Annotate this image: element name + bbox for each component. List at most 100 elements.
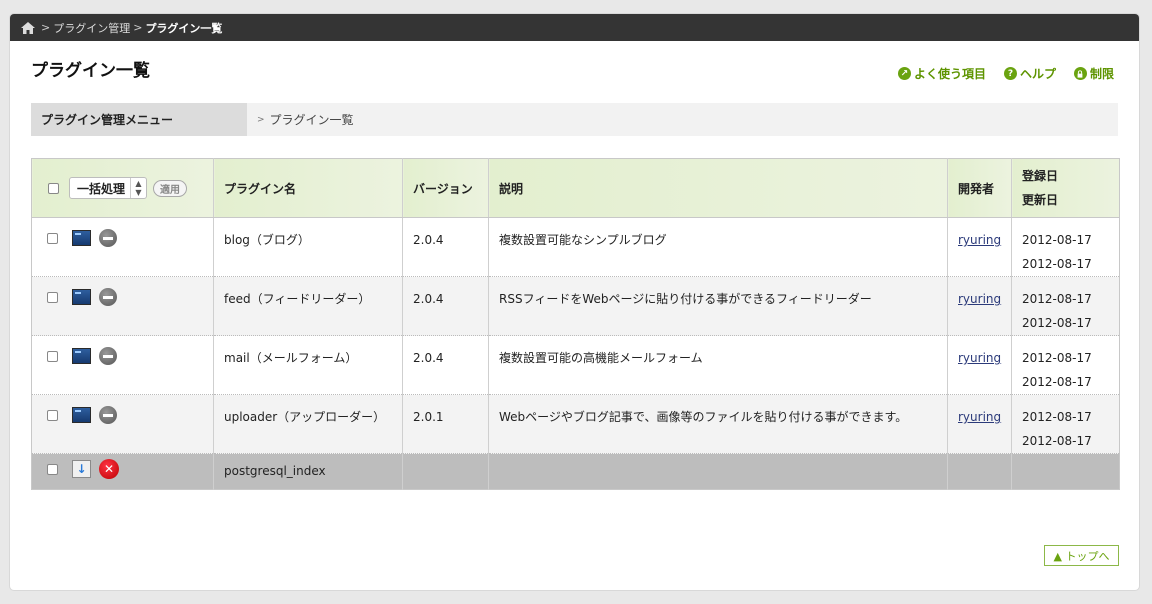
bulk-action-select[interactable]: 一括処理 ▲ ▼ [69, 177, 147, 199]
help-label: ヘルプ [1019, 67, 1056, 81]
plugin-description [488, 453, 948, 490]
breadcrumb: > プラグイン管理 > プラグイン一覧 [10, 14, 1139, 41]
select-arrows-icon: ▲ ▼ [130, 178, 146, 198]
disable-icon[interactable] [99, 288, 117, 306]
plugin-name: postgresql_index [213, 453, 403, 490]
plugin-version: 2.0.1 [402, 394, 489, 454]
page-title: プラグイン一覧 [31, 61, 150, 81]
header-dates: 登録日 更新日 [1011, 158, 1120, 218]
breadcrumb-plugin-admin[interactable]: プラグイン管理 [53, 20, 130, 36]
breadcrumb-current: プラグイン一覧 [145, 21, 223, 35]
menu-item-plugin-list[interactable]: > プラグイン一覧 [247, 103, 354, 136]
header-developer: 開発者 [947, 158, 1012, 218]
plugin-version: 2.0.4 [402, 217, 489, 277]
arrow-out-icon: ↗ [897, 67, 911, 80]
updated-date: 2012-08-17 [1022, 434, 1092, 448]
plugin-dates [1011, 453, 1120, 490]
updated-date: 2012-08-17 [1022, 257, 1092, 271]
updated-date: 2012-08-17 [1022, 375, 1092, 389]
plugin-version: 2.0.4 [402, 335, 489, 395]
install-icon[interactable]: ↓ [72, 460, 91, 478]
plugin-dates: 2012-08-17 2012-08-17 [1011, 394, 1120, 454]
table-row-uninstalled: ↓ ✕ postgresql_index [31, 453, 1120, 490]
plugin-table: 一括処理 ▲▼ 適用 プラグイン名 バージョン 説明 開発者 登録日 更新日 [31, 158, 1120, 490]
favorites-link[interactable]: ↗ よく使う項目 [897, 65, 986, 82]
row-checkbox[interactable] [47, 232, 58, 244]
header-updated: 更新日 [1022, 193, 1059, 207]
bulk-action-value: 一括処理 [77, 181, 126, 196]
home-icon[interactable] [21, 21, 35, 34]
lock-icon [1073, 67, 1087, 80]
chevron-right-icon: > [257, 114, 265, 125]
row-actions: ↓ ✕ [31, 453, 214, 490]
developer-link[interactable]: ryuring [958, 351, 1001, 365]
plugin-description: 複数設置可能なシンプルブログ [488, 217, 948, 277]
plugin-description: 複数設置可能の高機能メールフォーム [488, 335, 948, 395]
manage-screen-icon[interactable] [72, 407, 91, 423]
header-created: 登録日 [1022, 169, 1059, 183]
plugin-dates: 2012-08-17 2012-08-17 [1011, 335, 1120, 395]
delete-icon[interactable]: ✕ [99, 459, 119, 479]
plugin-developer: ryuring [947, 276, 1012, 336]
row-checkbox[interactable] [47, 350, 58, 362]
restrict-label: 制限 [1089, 67, 1114, 81]
manage-screen-icon[interactable] [72, 348, 91, 364]
breadcrumb-separator: > [41, 21, 51, 34]
header-description: 説明 [488, 158, 948, 218]
table-row: uploader（アップローダー） 2.0.1 Webページやブログ記事で、画像… [31, 394, 1120, 454]
plugin-description: Webページやブログ記事で、画像等のファイルを貼り付ける事ができます。 [488, 394, 948, 454]
row-checkbox[interactable] [47, 291, 58, 303]
plugin-dates: 2012-08-17 2012-08-17 [1011, 276, 1120, 336]
plugin-dates: 2012-08-17 2012-08-17 [1011, 217, 1120, 277]
select-all-checkbox[interactable] [48, 182, 59, 194]
apply-button[interactable]: 適用 [153, 179, 187, 197]
disable-icon[interactable] [99, 229, 117, 247]
plugin-developer: ryuring [947, 217, 1012, 277]
top-links: ↗ よく使う項目 ? ヘルプ 制限 [897, 65, 1114, 82]
plugin-version [402, 453, 489, 490]
disable-icon[interactable] [99, 347, 117, 365]
developer-link[interactable]: ryuring [958, 292, 1001, 306]
plugin-name: uploader（アップローダー） [213, 394, 403, 454]
plugin-name: blog（ブログ） [213, 217, 403, 277]
plugin-menu: プラグイン管理メニュー > プラグイン一覧 [31, 103, 1118, 136]
header-version: バージョン [402, 158, 489, 218]
plugin-name: mail（メールフォーム） [213, 335, 403, 395]
disable-icon[interactable] [99, 406, 117, 424]
plugin-developer [947, 453, 1012, 490]
updated-date: 2012-08-17 [1022, 316, 1092, 330]
breadcrumb-separator: > [133, 21, 143, 34]
restrict-link[interactable]: 制限 [1073, 65, 1114, 82]
row-actions [31, 335, 214, 395]
table-header-row: 一括処理 ▲ ▼ 適用 プラグイン名 バージョン 説明 開発者 登録日 更新日 [31, 158, 1120, 218]
table-row: mail（メールフォーム） 2.0.4 複数設置可能の高機能メールフォーム ry… [31, 335, 1120, 395]
back-to-top-button[interactable]: ▲ トップへ [1044, 545, 1119, 566]
header-plugin-name: プラグイン名 [213, 158, 403, 218]
plugin-name: feed（フィードリーダー） [213, 276, 403, 336]
developer-link[interactable]: ryuring [958, 410, 1001, 424]
manage-screen-icon[interactable] [72, 230, 91, 246]
main-panel: > プラグイン管理 > プラグイン一覧 プラグイン一覧 ↗ よく使う項目 ? ヘ… [10, 14, 1139, 590]
plugin-developer: ryuring [947, 335, 1012, 395]
favorites-label: よく使う項目 [913, 67, 986, 81]
table-row: feed（フィードリーダー） 2.0.4 RSSフィードをWebページに貼り付け… [31, 276, 1120, 336]
plugin-version: 2.0.4 [402, 276, 489, 336]
row-checkbox[interactable] [47, 463, 58, 475]
help-link[interactable]: ? ヘルプ [1003, 65, 1056, 82]
help-icon: ? [1003, 67, 1017, 80]
created-date: 2012-08-17 [1022, 233, 1092, 247]
bulk-action-header: 一括処理 ▲ ▼ 適用 [31, 158, 214, 218]
created-date: 2012-08-17 [1022, 292, 1092, 306]
plugin-description: RSSフィードをWebページに貼り付ける事ができるフィードリーダー [488, 276, 948, 336]
menu-title: プラグイン管理メニュー [31, 103, 247, 136]
row-actions [31, 394, 214, 454]
developer-link[interactable]: ryuring [958, 233, 1001, 247]
manage-screen-icon[interactable] [72, 289, 91, 305]
menu-item-label: プラグイン一覧 [269, 113, 354, 127]
row-actions [31, 217, 214, 277]
plugin-developer: ryuring [947, 394, 1012, 454]
row-checkbox[interactable] [47, 409, 58, 421]
created-date: 2012-08-17 [1022, 410, 1092, 424]
created-date: 2012-08-17 [1022, 351, 1092, 365]
table-row: blog（ブログ） 2.0.4 複数設置可能なシンプルブログ ryuring 2… [31, 217, 1120, 277]
